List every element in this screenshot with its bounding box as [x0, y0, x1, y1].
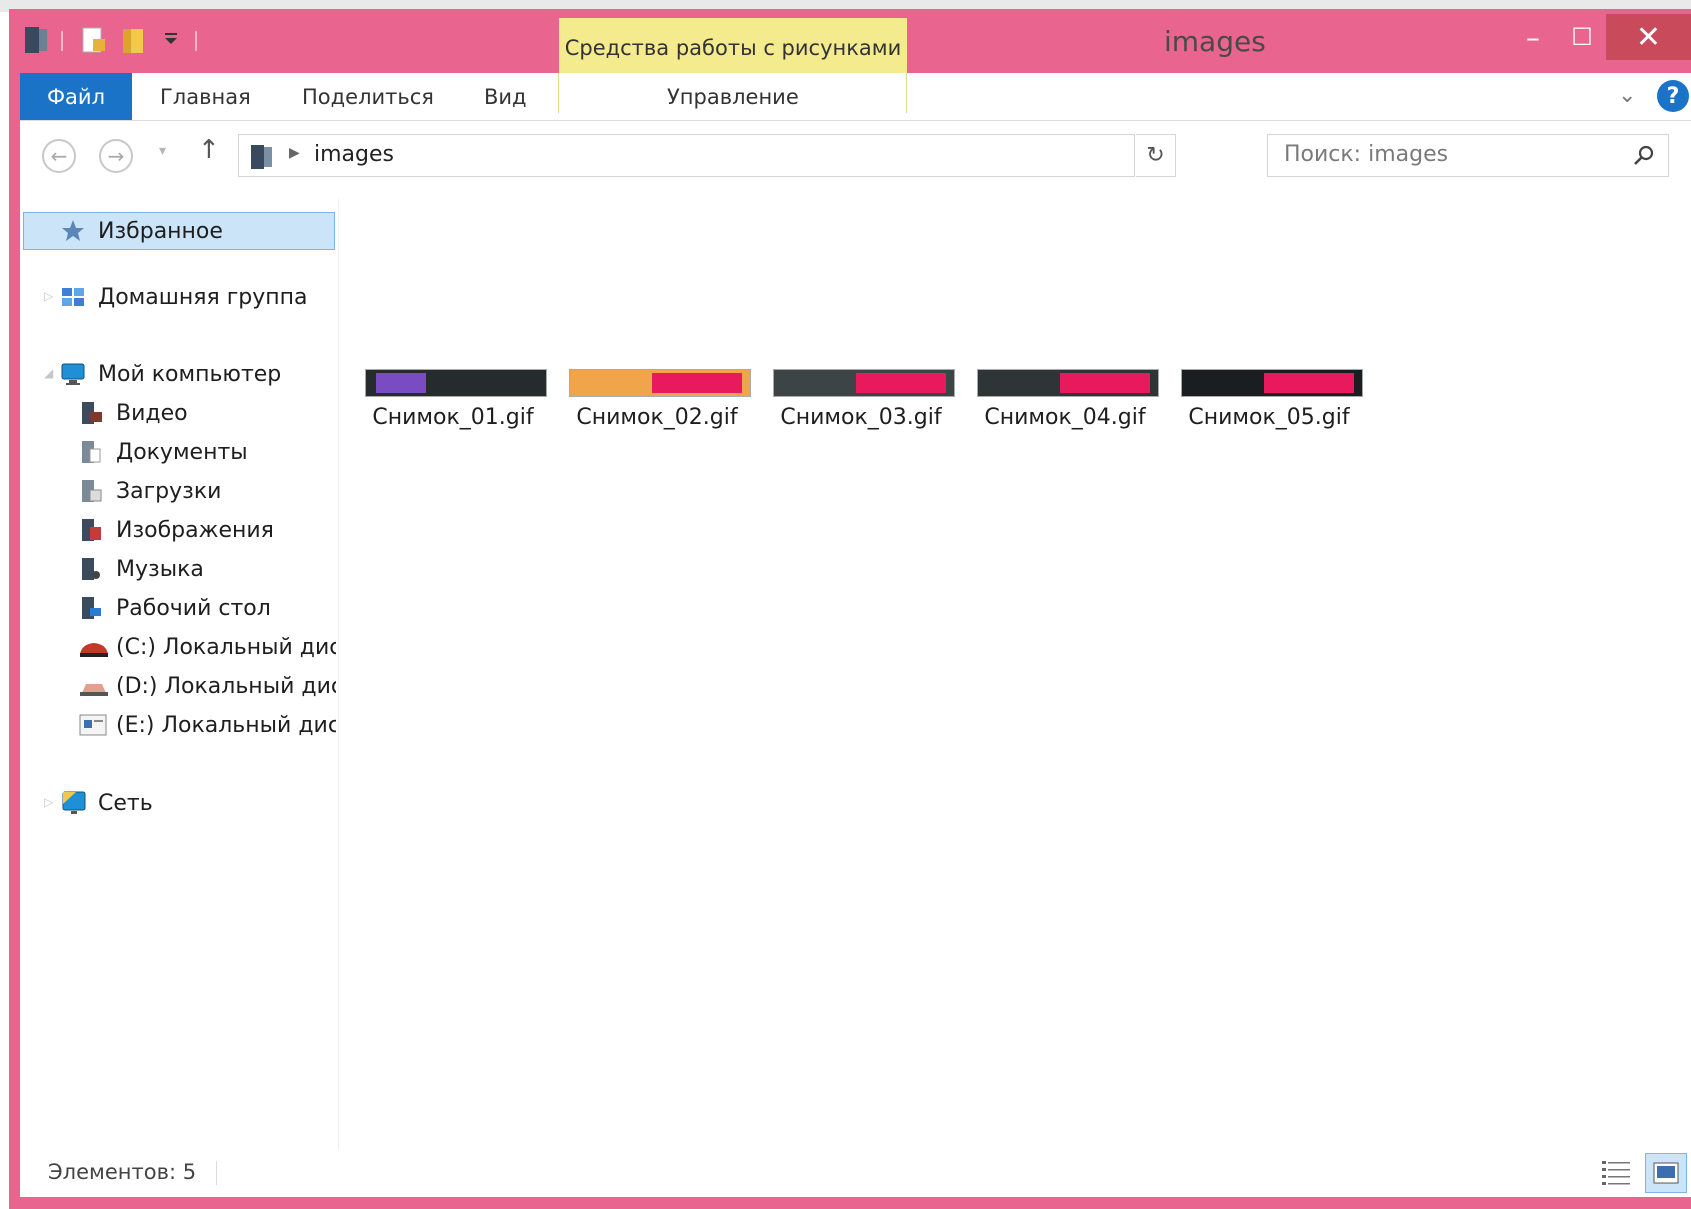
picture-tools-context-tab: Средства работы с рисунками — [559, 18, 907, 78]
sidebar-item-documents[interactable]: Документы — [78, 433, 248, 471]
status-bar: Элементов: 5 — [20, 1149, 1691, 1197]
minimize-button[interactable]: – — [1509, 14, 1557, 60]
qat-separator — [195, 31, 197, 51]
sidebar-item-downloads[interactable]: Загрузки — [78, 472, 221, 510]
sidebar-item-label: Музыка — [116, 556, 204, 582]
downloads-library-icon — [78, 478, 104, 504]
sidebar-item-label: Загрузки — [116, 478, 222, 504]
title-bar: Средства работы с рисунками images – ☐ ✕ — [9, 9, 1691, 78]
chevron-down-icon[interactable]: ⌄ — [1618, 83, 1636, 108]
sidebar-item-drive-c[interactable]: (C:) Локальный диск — [78, 628, 336, 666]
folder-properties-icon[interactable] — [23, 25, 49, 59]
tab-manage[interactable]: Управление — [667, 73, 799, 120]
status-divider — [216, 1161, 217, 1185]
tab-home[interactable]: Главная — [160, 73, 251, 120]
file-name: Снимок_02.gif — [576, 405, 738, 430]
tab-file[interactable]: Файл — [20, 73, 132, 120]
sidebar-item-label: Мой компьютер — [98, 361, 282, 387]
navigation-bar: ← → ▾ ↑ ▶ images ⌄ ↻ Поиск: images — [20, 121, 1691, 199]
file-name: Снимок_03.gif — [780, 405, 942, 430]
navigation-pane: ▷ Избранное ▷ Домашняя группа ◢ Мой комп… — [20, 199, 339, 1149]
image-thumbnail — [977, 369, 1159, 397]
customize-qat-icon[interactable] — [163, 29, 179, 51]
context-divider — [558, 73, 559, 113]
sidebar-item-label: (D:) Локальный диск — [116, 673, 336, 699]
sidebar-item-label: (E:) Локальный диск — [116, 712, 336, 738]
expand-arrow-icon[interactable]: ▷ — [44, 289, 53, 303]
sidebar-item-favorites[interactable]: Избранное — [23, 212, 335, 250]
sidebar-item-network[interactable]: Сеть — [60, 784, 153, 822]
sidebar-item-drive-d[interactable]: (D:) Локальный диск — [78, 667, 336, 705]
forward-button[interactable]: → — [99, 139, 133, 173]
collapse-arrow-icon[interactable]: ◢ — [44, 366, 53, 380]
file-name: Снимок_05.gif — [1188, 405, 1350, 430]
large-icons-view-icon[interactable] — [1645, 1153, 1687, 1193]
search-placeholder: Поиск: images — [1284, 142, 1449, 167]
sidebar-item-drive-e[interactable]: (E:) Локальный диск — [78, 706, 336, 744]
item-count: Элементов: 5 — [48, 1160, 197, 1184]
video-library-icon — [78, 400, 104, 426]
sidebar-item-label: Избранное — [98, 218, 223, 244]
file-list-view: Снимок_01.gif Снимок_02.gif Снимок_03.gi… — [339, 199, 1691, 1149]
ribbon-tabs: Файл Главная Поделиться Вид Управление ⌄… — [20, 73, 1691, 121]
sidebar-item-label: Изображения — [116, 517, 274, 543]
breadcrumb-chevron-icon[interactable]: ▶ — [289, 145, 300, 161]
sidebar-item-label: Видео — [116, 400, 188, 426]
search-icon[interactable] — [1632, 143, 1656, 171]
homegroup-icon — [60, 284, 86, 310]
address-bar[interactable]: ▶ images ⌄ — [238, 134, 1316, 177]
tab-view[interactable]: Вид — [484, 73, 527, 120]
sidebar-item-label: Рабочий стол — [116, 595, 271, 621]
hard-drive-icon — [78, 634, 108, 660]
music-library-icon — [78, 556, 104, 582]
sidebar-item-label: Документы — [116, 439, 248, 465]
desktop-library-icon — [78, 595, 104, 621]
tab-share[interactable]: Поделиться — [302, 73, 434, 120]
search-input[interactable]: Поиск: images — [1267, 134, 1669, 177]
file-name: Снимок_01.gif — [372, 405, 534, 430]
qat-separator — [61, 31, 63, 51]
network-icon — [60, 790, 86, 816]
image-thumbnail — [569, 369, 751, 397]
sidebar-item-desktop[interactable]: Рабочий стол — [78, 589, 271, 627]
refresh-button[interactable]: ↻ — [1136, 134, 1176, 177]
recent-locations-icon[interactable]: ▾ — [159, 143, 166, 159]
window-title: images — [1164, 25, 1266, 58]
context-divider — [906, 73, 907, 113]
sidebar-item-label: (C:) Локальный диск — [116, 634, 336, 660]
folder-icon — [249, 143, 275, 175]
sidebar-item-music[interactable]: Музыка — [78, 550, 204, 588]
file-name: Снимок_04.gif — [984, 405, 1146, 430]
up-button[interactable]: ↑ — [198, 135, 220, 165]
sidebar-item-video[interactable]: Видео — [78, 394, 188, 432]
new-folder-icon[interactable] — [121, 25, 149, 59]
documents-library-icon — [78, 439, 104, 465]
expand-arrow-icon[interactable]: ▷ — [44, 795, 53, 809]
help-button[interactable]: ? — [1657, 80, 1689, 112]
back-button[interactable]: ← — [42, 139, 76, 173]
image-thumbnail — [1181, 369, 1363, 397]
sidebar-item-homegroup[interactable]: Домашняя группа — [60, 278, 308, 316]
maximize-button[interactable]: ☐ — [1559, 14, 1605, 60]
hard-drive-icon — [78, 673, 108, 699]
pictures-library-icon — [78, 517, 104, 543]
sidebar-item-computer[interactable]: Мой компьютер — [60, 355, 281, 393]
sidebar-item-pictures[interactable]: Изображения — [78, 511, 274, 549]
properties-icon[interactable] — [81, 25, 107, 59]
breadcrumb-current[interactable]: images — [314, 142, 394, 167]
sidebar-item-label: Домашняя группа — [98, 284, 308, 310]
image-thumbnail — [773, 369, 955, 397]
sidebar-item-label: Сеть — [98, 790, 153, 816]
image-thumbnail — [365, 369, 547, 397]
star-icon — [60, 218, 86, 244]
removable-drive-icon — [78, 712, 107, 738]
computer-icon — [60, 361, 86, 387]
details-view-icon[interactable] — [1600, 1157, 1632, 1191]
close-button[interactable]: ✕ — [1606, 14, 1691, 60]
